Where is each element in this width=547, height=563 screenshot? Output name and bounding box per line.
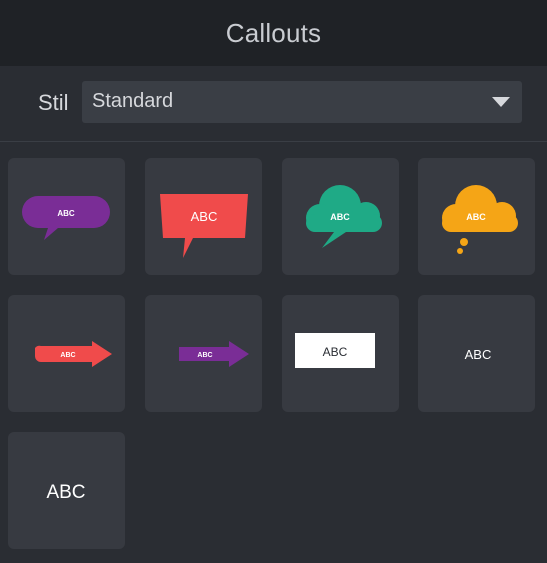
panel-title: Callouts [225, 17, 322, 48]
callout-text: ABC [330, 212, 350, 222]
text-only-icon: ABC [46, 482, 85, 503]
callout-tile-speech-box-red[interactable]: ABC [145, 158, 262, 275]
text-box-icon: ABC [295, 333, 375, 368]
callout-text: ABC [191, 209, 218, 224]
style-dropdown-value: Standard [92, 90, 174, 112]
callout-tile-speech-bubble-purple[interactable]: ABC [8, 158, 125, 275]
divider [0, 141, 547, 142]
style-label: Stil [38, 90, 69, 115]
style-dropdown[interactable]: Standard [82, 81, 522, 123]
callout-text: ABC [323, 345, 348, 359]
callout-tile-arrow-red[interactable]: ABC [8, 295, 125, 412]
callout-tile-thought-orange[interactable]: ABC [418, 158, 535, 275]
thought-bubble-icon: ABC [442, 185, 518, 254]
speech-box-icon: ABC [160, 194, 248, 258]
panel-header: Callouts [0, 0, 547, 66]
speech-bubble-icon: ABC [22, 196, 110, 240]
callout-tile-arrow-purple[interactable]: ABC [145, 295, 262, 412]
arrow-icon: ABC [179, 341, 249, 367]
callout-text: ABC [46, 482, 85, 503]
text-only-icon: ABC [465, 347, 492, 362]
callout-text: ABC [465, 347, 492, 362]
callout-tile-text-large[interactable]: ABC [8, 432, 125, 549]
callout-text: ABC [466, 212, 486, 222]
callout-tile-cloud-green[interactable]: ABC [282, 158, 399, 275]
chevron-down-icon[interactable] [492, 97, 510, 107]
callout-tile-box-white[interactable]: ABC [282, 295, 399, 412]
arrow-icon: ABC [35, 341, 112, 367]
callout-text: ABC [197, 352, 212, 359]
style-row: Stil Standard [0, 66, 547, 142]
callout-tile-text-small[interactable]: ABC [418, 295, 535, 412]
cloud-bubble-icon: ABC [306, 185, 382, 248]
callout-text: ABC [60, 352, 75, 359]
callout-text: ABC [57, 209, 75, 218]
